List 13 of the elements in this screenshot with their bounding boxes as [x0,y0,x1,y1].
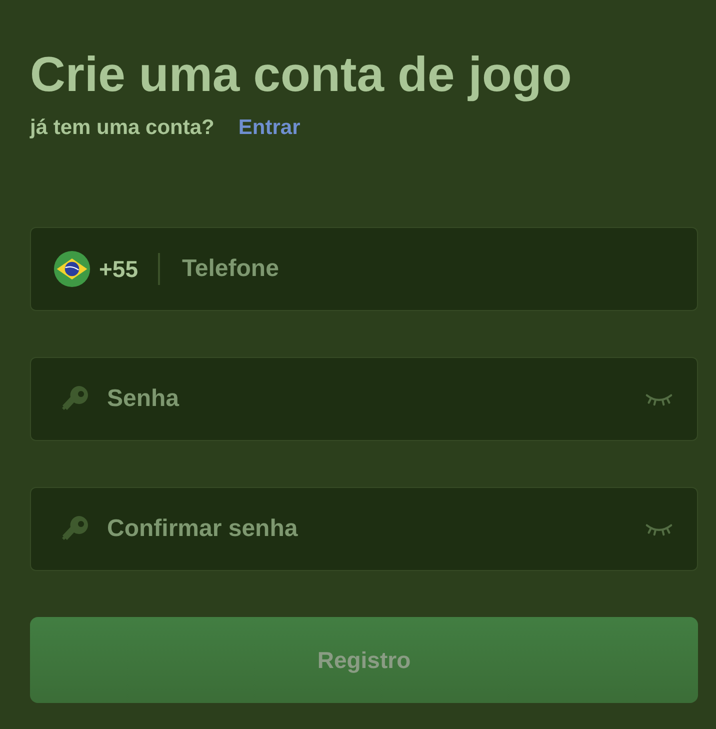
flag-icon [53,250,91,288]
phone-input[interactable]: Telefone [180,254,673,284]
login-link[interactable]: Entrar [238,116,300,140]
phone-field[interactable]: +55 Telefone [30,227,698,311]
password-input[interactable]: Senha [105,384,645,414]
eye-closed-icon[interactable] [645,391,673,407]
login-prompt: já tem uma conta? [30,116,214,140]
page-title: Crie uma conta de jogo [30,47,573,104]
eye-closed-icon[interactable] [645,521,673,537]
password-field[interactable]: Senha [30,357,698,441]
password-input[interactable]: Confirmar senha [105,514,645,544]
country-code: +55 [99,256,138,282]
password-field[interactable]: Confirmar senha [30,487,698,571]
